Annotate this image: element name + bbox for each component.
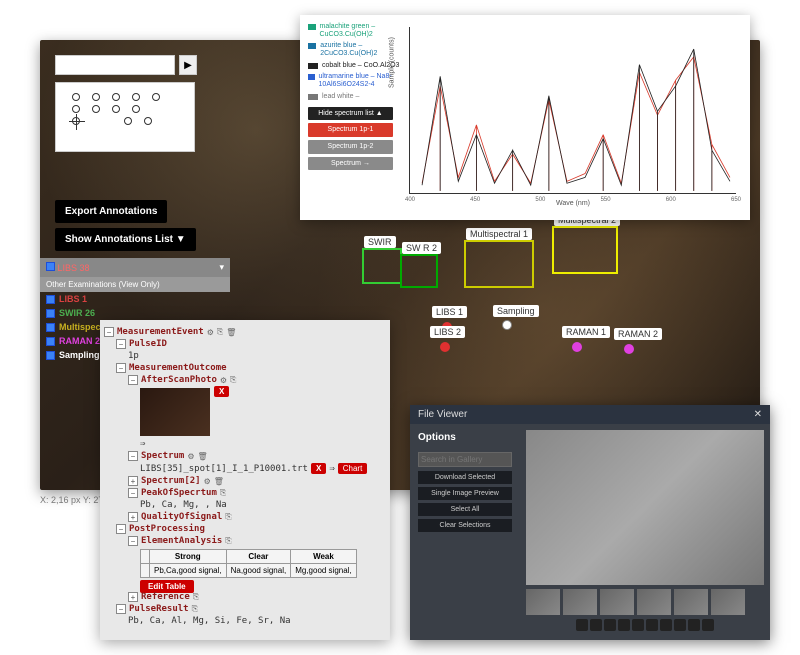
search-bar: ▶ <box>55 55 197 75</box>
xtick: 400 <box>405 197 415 203</box>
pulse-result-value: Pb, Ca, Al, Mg, Si, Fe, Sr, Na <box>128 616 291 626</box>
peak-value: Pb, Ca, Mg, , Na <box>140 500 227 510</box>
gallery-control-button[interactable] <box>674 619 686 631</box>
mark-libs2[interactable]: LIBS 2 <box>440 342 450 352</box>
exam-item[interactable]: SWIR 26 <box>40 306 230 320</box>
exam-item[interactable]: LIBS 1 <box>40 292 230 306</box>
collapse-icon[interactable]: ▾ <box>219 262 224 273</box>
gallery-control-button[interactable] <box>660 619 672 631</box>
fv-action-button[interactable]: Select All <box>418 503 512 516</box>
file-viewer-panel: File Viewer ✕ Options Download Selected Si… <box>410 405 770 640</box>
gallery-control-button[interactable] <box>604 619 616 631</box>
chart-xlabel: Wave (nm) <box>556 200 590 207</box>
delete-spectrum-button[interactable]: X <box>311 463 326 474</box>
close-icon[interactable]: ✕ <box>754 409 762 420</box>
trash-icon[interactable]: 🗑 <box>226 328 236 337</box>
gallery-thumb[interactable] <box>526 589 560 615</box>
hide-spectrum-button[interactable]: Hide spectrum list ▲ <box>308 107 393 121</box>
spectrum-chart[interactable]: Sample (counts) Wave (nm) 40045050055060… <box>409 27 736 194</box>
gallery-control-button[interactable] <box>590 619 602 631</box>
roi-ms1[interactable]: Multispectral 1 <box>464 240 534 288</box>
fv-action-button[interactable]: Download Selected <box>418 471 512 484</box>
mark-raman2[interactable]: RAMAN 2 <box>624 344 634 354</box>
roi-swir[interactable]: SWIR <box>362 248 402 284</box>
point-grid-widget[interactable] <box>55 82 195 152</box>
legend-item[interactable]: lead white – <box>308 93 403 101</box>
element-analysis-table: StrongClearWeakPb,Ca,good signal,Na,good… <box>140 549 357 578</box>
file-viewer-title: File Viewer <box>418 409 467 420</box>
spectrum-file: LIBS[35]_spot[1]_I_1_P10001.trt <box>140 464 308 474</box>
chart-ylabel: Sample (counts) <box>389 37 396 88</box>
xtick: 650 <box>731 197 741 203</box>
measurement-tree-panel: −MeasurementEvent ⚙ ⎘ 🗑 −PulseID 1p −Mea… <box>100 320 390 640</box>
gallery-search-input[interactable] <box>418 452 512 467</box>
show-annotations-list-button[interactable]: Show Annotations List ▼ <box>55 228 196 251</box>
gallery-control-button[interactable] <box>688 619 700 631</box>
copy-icon[interactable]: ⎘ <box>217 327 223 337</box>
gallery-main-image[interactable] <box>526 430 764 585</box>
gallery <box>520 424 770 637</box>
gallery-control-button[interactable] <box>618 619 630 631</box>
roi-swr2[interactable]: SW R 2 <box>400 254 438 288</box>
gallery-control-button[interactable] <box>576 619 588 631</box>
xtick: 550 <box>601 197 611 203</box>
spectrum-select-button[interactable]: Spectrum → <box>308 157 393 171</box>
fv-action-button[interactable]: Clear Selections <box>418 519 512 532</box>
delete-photo-button[interactable]: X <box>214 386 229 397</box>
pulse-id-value: 1p <box>128 351 139 361</box>
gallery-thumb[interactable] <box>674 589 708 615</box>
roi-ms2[interactable]: Multispectral 2 <box>552 226 618 274</box>
gallery-thumb[interactable] <box>711 589 745 615</box>
gallery-control-button[interactable] <box>646 619 658 631</box>
after-scan-thumbnail[interactable] <box>140 388 210 436</box>
gallery-thumb[interactable] <box>637 589 671 615</box>
fv-action-button[interactable]: Single Image Preview <box>418 487 512 500</box>
gallery-control-button[interactable] <box>632 619 644 631</box>
mark-sampling[interactable]: Sampling <box>502 320 512 330</box>
options-heading: Options <box>418 432 512 443</box>
open-chart-button[interactable]: Chart <box>338 463 368 474</box>
search-input[interactable] <box>55 55 175 75</box>
spectrum-select-button[interactable]: Spectrum 1p-1 <box>308 123 393 137</box>
exam-subheader: Other Examinations (View Only) <box>40 277 230 292</box>
gallery-control-button[interactable] <box>702 619 714 631</box>
spectrum-select-button[interactable]: Spectrum 1p-2 <box>308 140 393 154</box>
search-go-button[interactable]: ▶ <box>179 55 197 75</box>
mark-raman1[interactable]: RAMAN 1 <box>572 342 582 352</box>
xtick: 500 <box>535 197 545 203</box>
export-annotations-button[interactable]: Export Annotations <box>55 200 167 223</box>
gear-icon[interactable]: ⚙ <box>207 328 214 337</box>
gallery-thumb[interactable] <box>563 589 597 615</box>
spectrum-panel: malachite green – CuCO3.Cu(OH)2azurite b… <box>300 15 750 220</box>
toggle-icon[interactable]: − <box>104 327 114 337</box>
gallery-thumb[interactable] <box>600 589 634 615</box>
exam-header[interactable]: LIBS 38 ▾ <box>40 258 230 277</box>
xtick: 600 <box>666 197 676 203</box>
xtick: 450 <box>470 197 480 203</box>
